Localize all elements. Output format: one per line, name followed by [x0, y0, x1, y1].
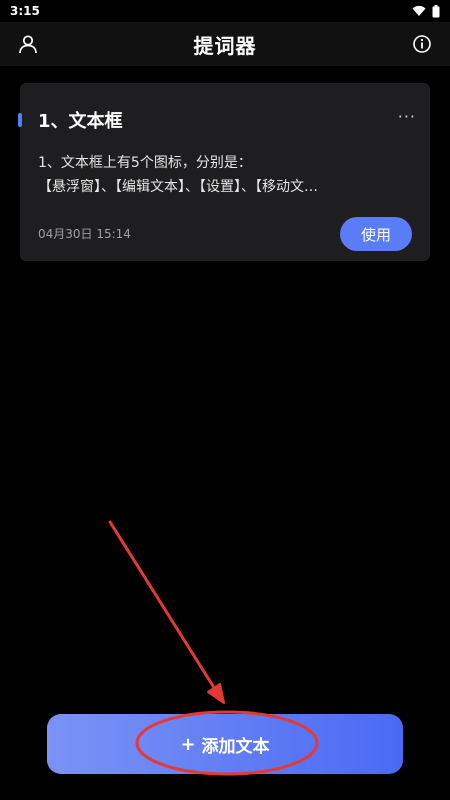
app-header: 提词器 — [0, 22, 450, 66]
card-selection-indicator — [18, 113, 22, 127]
page-title: 提词器 — [193, 33, 257, 58]
annotation-arrow-head — [207, 683, 225, 704]
card-date: 04月30日 15:14 — [38, 227, 131, 241]
card-title: 1、文本框 — [38, 111, 123, 132]
more-options-button[interactable]: ··· — [398, 107, 416, 126]
wifi-icon — [412, 5, 426, 16]
text-card[interactable]: 1、文本框 ··· 1、文本框上有5个图标，分别是： 【悬浮窗】、【编辑文本】、… — [18, 83, 430, 261]
card-body-line: 【悬浮窗】、【编辑文本】、【设置】、【移动文… — [38, 179, 318, 195]
use-button[interactable]: 使用 — [340, 217, 412, 251]
card-body-line: 1、文本框上有5个图标，分别是： — [38, 155, 252, 171]
status-bar: 3:15 — [0, 0, 450, 22]
annotation-arrow-line — [108, 520, 220, 696]
status-time: 3:15 — [10, 4, 40, 18]
user-icon — [19, 35, 37, 54]
status-icons — [412, 4, 440, 18]
screen: 3:15 提词器 1、文本框 ··· 1、文本框上有5个图标，分别是： 【悬浮窗… — [0, 0, 450, 800]
profile-button[interactable] — [16, 32, 40, 56]
add-text-label: 添加文本 — [201, 736, 270, 757]
add-text-button[interactable]: + 添加文本 — [47, 714, 403, 774]
battery-icon — [432, 4, 440, 17]
plus-icon: + — [180, 733, 196, 755]
info-icon — [413, 35, 431, 53]
info-button[interactable] — [410, 32, 434, 56]
card-body: 1、文本框上有5个图标，分别是： 【悬浮窗】、【编辑文本】、【设置】、【移动文… — [38, 151, 410, 199]
